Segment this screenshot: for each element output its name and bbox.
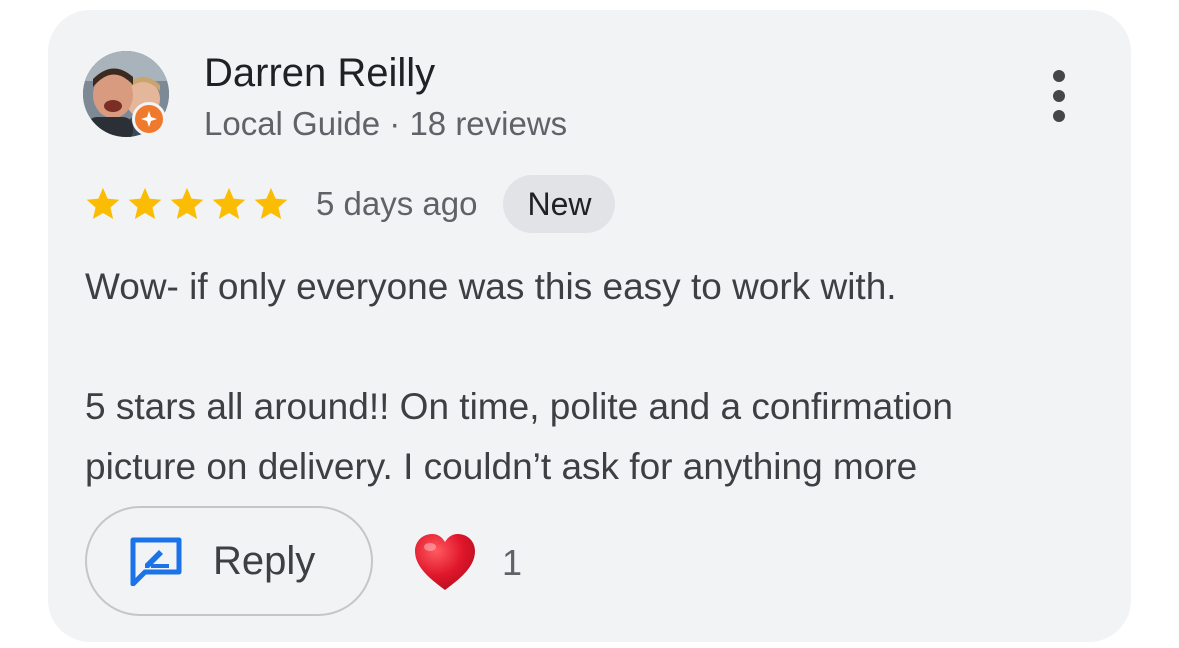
review-paragraph: 5 stars all around!! On time, polite and… [85,386,953,427]
heart-reaction[interactable]: 1 [412,528,522,598]
reaction-count: 1 [502,542,523,583]
local-guide-badge-icon [132,102,166,136]
star-icon [128,187,162,220]
more-vert-icon-dot [1053,90,1065,102]
star-icon [170,187,204,220]
new-badge: New [503,175,616,233]
more-options-button[interactable] [1037,66,1081,126]
star-rating [84,185,290,223]
star-icon [86,187,120,220]
heart-icon [415,534,475,590]
review-date: 5 days ago [316,185,478,222]
review-paragraph: picture on delivery. I couldn’t ask for … [85,446,918,487]
review-paragraph: Wow- if only everyone was this easy to w… [85,266,897,307]
reply-label: Reply [213,538,316,583]
reviewer-name[interactable]: Darren Reilly [204,50,435,96]
reviewer-meta: Local Guide · 18 reviews [204,105,568,142]
review-text: Wow- if only everyone was this easy to w… [85,257,1105,497]
reply-icon [130,537,182,586]
star-icon [212,187,246,220]
more-vert-icon [1053,70,1065,82]
reply-button[interactable]: Reply [85,506,373,616]
more-vert-icon-dot [1053,110,1065,122]
rating-row: 5 days ago New [84,174,616,234]
star-icon [254,187,288,220]
review-card: Darren Reilly Local Guide · 18 reviews 5… [48,10,1131,642]
